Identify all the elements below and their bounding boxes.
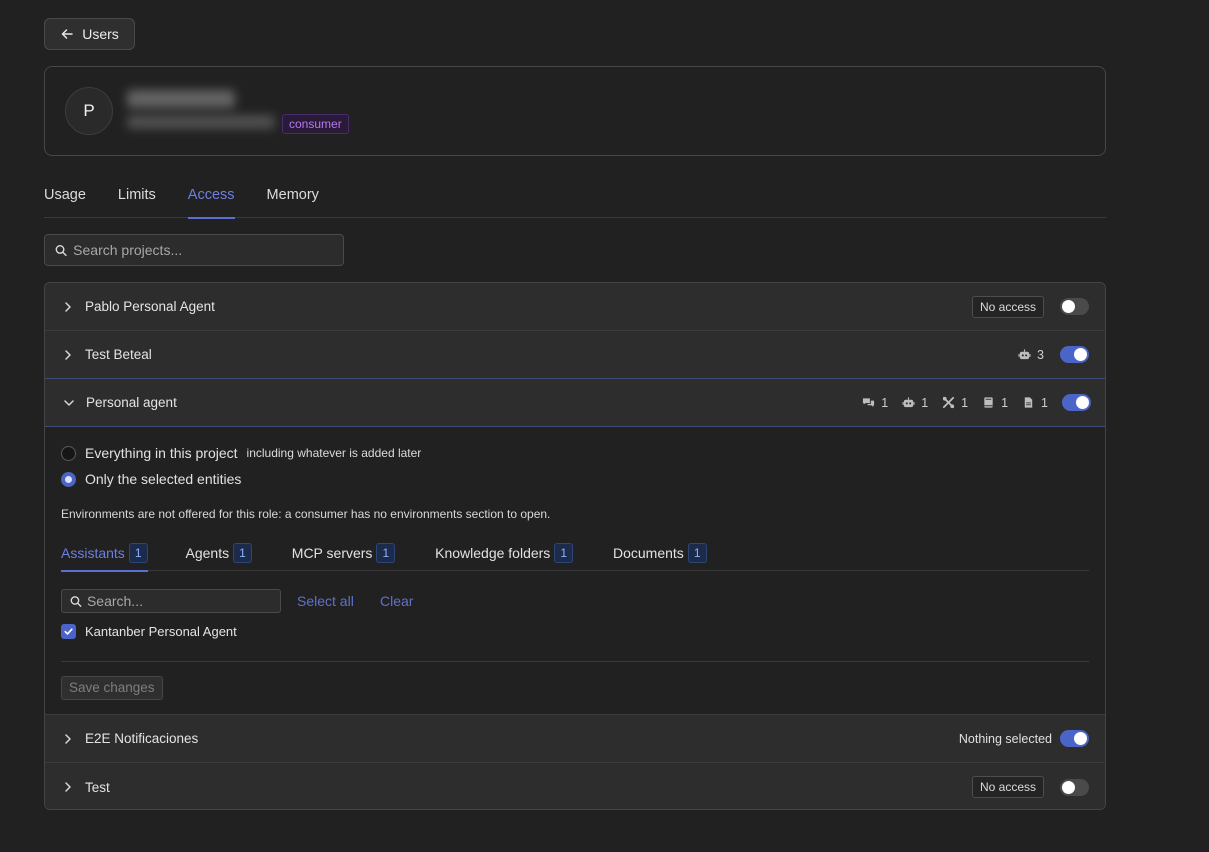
project-access-toggle[interactable] — [1060, 346, 1089, 363]
avatar: P — [65, 87, 113, 135]
chevron-right-icon[interactable] — [62, 781, 74, 793]
project-search-input[interactable] — [73, 242, 343, 258]
entity-tabs: Assistants 1 Agents 1 MCP servers 1 Know… — [61, 535, 1089, 572]
project-row-test[interactable]: Test No access — [45, 763, 1105, 809]
radio-button[interactable] — [61, 471, 76, 487]
select-all-button[interactable]: Select all — [297, 593, 354, 609]
chevron-right-icon[interactable] — [62, 301, 74, 313]
knowledge-folders-count: 1 — [982, 396, 1008, 410]
clear-button[interactable]: Clear — [380, 593, 413, 609]
search-icon — [70, 595, 82, 607]
entity-label: Kantanber Personal Agent — [85, 624, 237, 639]
tab-knowledge-folders[interactable]: Knowledge folders 1 — [435, 535, 573, 571]
access-status-badge: No access — [971, 776, 1044, 798]
checkbox[interactable] — [61, 624, 76, 639]
back-to-users-button[interactable]: Users — [44, 18, 135, 50]
agents-count: 3 — [1018, 348, 1044, 362]
assistants-count: 1 — [862, 396, 888, 410]
checkmark-icon — [64, 628, 73, 635]
tab-memory[interactable]: Memory — [267, 180, 319, 218]
project-access-toggle[interactable] — [1060, 298, 1089, 315]
user-tabs: Usage Limits Access Memory — [44, 180, 1106, 219]
mcp-servers-count: 1 — [942, 396, 968, 410]
scope-hint: including whatever is added later — [246, 446, 422, 460]
tab-documents[interactable]: Documents 1 — [613, 535, 707, 571]
tools-icon — [943, 396, 955, 409]
count-badge: 1 — [376, 543, 396, 563]
search-icon — [55, 244, 67, 256]
access-status-text: Nothing selected — [958, 731, 1052, 746]
robot-icon — [902, 397, 915, 408]
project-name: Test — [85, 779, 110, 795]
project-row-personal-agent[interactable]: Personal agent 1 1 1 1 1 — [45, 378, 1105, 427]
project-name: E2E Notificaciones — [85, 731, 199, 746]
count-badge: 1 — [233, 543, 252, 563]
redacted-user-name — [127, 90, 235, 108]
entity-search-input[interactable] — [86, 593, 280, 609]
scope-everything-option[interactable]: Everything in this project including wha… — [61, 445, 421, 461]
entity-search-box — [61, 589, 281, 613]
project-name: Test Beteal — [85, 347, 152, 362]
project-row-pablo-personal-agent[interactable]: Pablo Personal Agent No access — [45, 283, 1105, 331]
count-badge: 1 — [554, 543, 573, 563]
chevron-down-icon[interactable] — [63, 397, 75, 409]
radio-button[interactable] — [61, 445, 76, 461]
environments-note: Environments are not offered for this ro… — [61, 507, 551, 521]
tab-assistants[interactable]: Assistants 1 — [61, 535, 148, 572]
project-access-toggle[interactable] — [1062, 394, 1091, 411]
role-badge: consumer — [282, 114, 349, 134]
book-icon — [984, 397, 993, 408]
save-changes-button[interactable]: Save changes — [61, 676, 163, 700]
project-row-e2e-notificaciones[interactable]: E2E Notificaciones Nothing selected — [45, 715, 1105, 763]
count-badge: 1 — [687, 543, 707, 563]
tab-mcp-servers[interactable]: MCP servers 1 — [292, 535, 396, 571]
tab-access[interactable]: Access — [187, 180, 235, 219]
project-row-test-beteal[interactable]: Test Beteal 3 — [45, 331, 1105, 379]
user-card: P consumer — [44, 66, 1106, 156]
project-name: Personal agent — [86, 395, 177, 410]
count-badge: 1 — [128, 543, 148, 563]
agents-count: 1 — [902, 396, 928, 410]
divider — [61, 661, 1089, 662]
scope-selected-option[interactable]: Only the selected entities — [61, 471, 241, 487]
projects-list: Pablo Personal Agent No access Test Bete… — [44, 282, 1106, 810]
robot-icon — [1018, 349, 1031, 360]
tab-usage[interactable]: Usage — [44, 180, 86, 218]
tab-agents[interactable]: Agents 1 — [186, 535, 252, 571]
project-name: Pablo Personal Agent — [85, 299, 215, 314]
project-access-panel: Everything in this project including wha… — [45, 427, 1105, 715]
project-access-toggle[interactable] — [1060, 778, 1089, 796]
access-status-badge: No access — [971, 295, 1044, 318]
chevron-right-icon[interactable] — [62, 349, 74, 361]
arrow-left-icon — [61, 29, 73, 39]
chat-icon — [863, 398, 875, 407]
redacted-user-email — [127, 115, 275, 129]
tab-limits[interactable]: Limits — [118, 180, 156, 218]
documents-count: 1 — [1022, 396, 1048, 410]
chevron-right-icon[interactable] — [62, 733, 74, 745]
document-icon — [1024, 397, 1033, 408]
project-access-toggle[interactable] — [1060, 730, 1089, 747]
entity-item[interactable]: Kantanber Personal Agent — [61, 624, 237, 639]
project-search-box — [44, 234, 344, 266]
back-button-label: Users — [82, 26, 119, 42]
